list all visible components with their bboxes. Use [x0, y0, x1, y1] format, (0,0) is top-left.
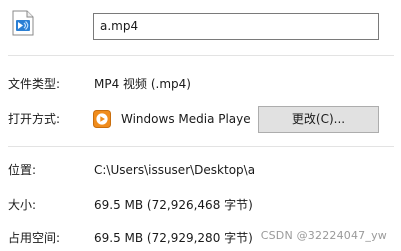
- change-button[interactable]: 更改(C)...: [258, 106, 379, 133]
- file-type-label: 文件类型:: [8, 77, 61, 91]
- size-on-disk-value: 69.5 MB (72,929,280 字节): [94, 231, 253, 245]
- location-label: 位置:: [8, 163, 37, 177]
- divider: [8, 55, 394, 56]
- video-file-icon: [12, 10, 34, 36]
- default-app-name: Windows Media Playe: [121, 112, 251, 126]
- size-label: 大小:: [8, 198, 37, 212]
- size-value: 69.5 MB (72,926,468 字节): [94, 198, 253, 212]
- divider: [8, 146, 394, 147]
- windows-media-player-icon: [93, 110, 111, 128]
- watermark-text: CSDN @32224047_yw: [260, 229, 387, 242]
- opens-with-label: 打开方式:: [8, 112, 61, 126]
- file-type-value: MP4 视频 (.mp4): [94, 77, 191, 91]
- size-on-disk-label: 占用空间:: [8, 231, 61, 245]
- filename-field[interactable]: a.mp4: [93, 13, 379, 40]
- location-value: C:\Users\issuser\Desktop\a: [94, 163, 256, 177]
